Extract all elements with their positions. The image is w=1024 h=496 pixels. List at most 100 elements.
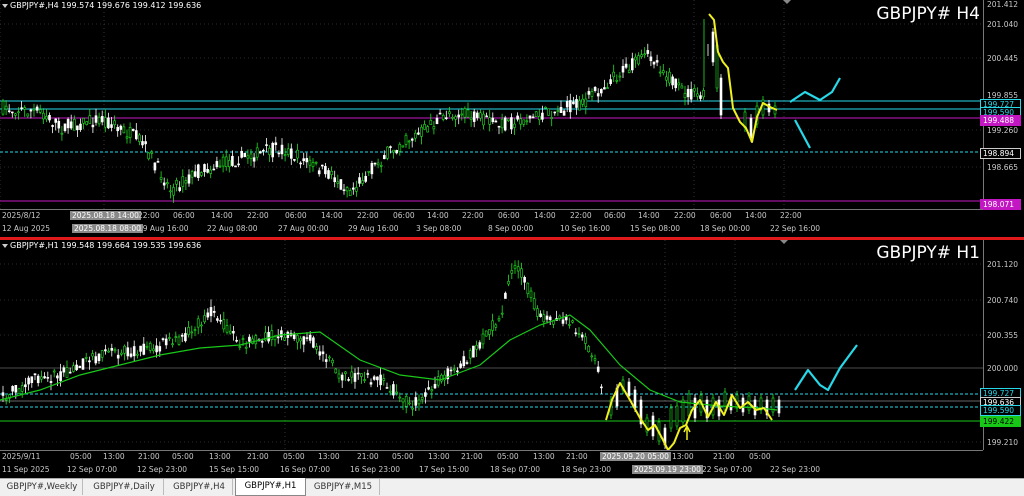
candle-body [584, 98, 588, 107]
candle-body [392, 384, 395, 396]
h1-chart-pane[interactable]: GBPJPY#,H1 199.548 199.664 199.535 199.6… [0, 240, 1024, 478]
h4-price-axis[interactable]: 201.412 201.040 200.445 199.855 199.260 198.6… [980, 0, 1024, 210]
candle-body [385, 387, 389, 389]
candle-body [82, 117, 85, 124]
candle-body [240, 150, 243, 158]
candle-body [274, 142, 278, 146]
candle-body [510, 270, 514, 274]
candle-body [193, 329, 197, 331]
candle-body [547, 108, 550, 116]
candle-body [296, 335, 299, 343]
time-tick: 2025.08.18 08:00 [72, 224, 143, 233]
price-level-label: 199.422 [980, 416, 1021, 427]
tab-h1[interactable]: GBPJPY#,H1 [235, 478, 306, 496]
candle-body [593, 87, 597, 91]
candle-body [158, 346, 162, 352]
candle-body [119, 125, 123, 130]
candle-body [148, 342, 152, 351]
candle-body [238, 346, 242, 348]
candle-body [35, 106, 39, 111]
candle-body [41, 112, 45, 120]
candle-body [627, 381, 631, 397]
candle-body [342, 189, 346, 192]
candle-body [110, 124, 113, 128]
candle-body [479, 112, 482, 119]
candle-body [244, 346, 248, 349]
time-tick: 05:00 [749, 452, 771, 461]
candle-body [491, 117, 495, 123]
candle-body [395, 150, 399, 154]
candle-body [401, 145, 405, 148]
candle-body [438, 112, 442, 115]
candle-body [522, 119, 526, 125]
price-tick: 201.120 [987, 260, 1019, 269]
candle-body [516, 266, 520, 272]
collapse-triangle-icon[interactable] [2, 244, 8, 248]
candle-body [562, 110, 566, 116]
h1-price-axis[interactable]: 201.120 200.740 200.355 200.000 199.210 199.7… [980, 240, 1024, 450]
candle-body [578, 100, 581, 111]
candle-body [116, 354, 120, 359]
candle-body [336, 181, 340, 184]
candle-body [113, 349, 117, 352]
candle-body [497, 318, 501, 321]
time-tick: 13:00 [209, 452, 231, 461]
candle-body [314, 161, 318, 164]
candle-body [389, 146, 392, 148]
candle-body [4, 105, 8, 110]
candle-body [658, 71, 662, 74]
candle-body [373, 162, 377, 165]
candle-body [328, 356, 331, 359]
candle-body [116, 126, 119, 132]
candle-body [627, 69, 631, 73]
tab-h4[interactable]: GBPJPY#,H4 [166, 479, 233, 495]
time-tick: 17 Sep 15:00 [419, 465, 470, 474]
candle-body [330, 170, 333, 175]
candle-body [553, 111, 557, 114]
candle-body [475, 344, 478, 350]
candle-body [212, 168, 216, 171]
h4-chart-pane[interactable]: GBPJPY#,H4 199.574 199.676 199.412 199.6… [0, 0, 1024, 237]
candle-body [719, 77, 723, 116]
time-tick: 12 Sep 07:00 [67, 465, 118, 474]
candle-body [52, 370, 56, 373]
candle-body [66, 118, 70, 129]
time-tick: 10 Sep 16:00 [560, 224, 611, 233]
price-tick: 201.040 [987, 20, 1019, 29]
candle-body [88, 360, 91, 363]
h4-time-axis[interactable]: 2025/8/12 2025.08.18 14:00 22:00 06:00 14:00… [0, 209, 983, 238]
time-tick: 13:00 [318, 452, 340, 461]
h1-price-plot[interactable] [0, 240, 983, 450]
candle-body [48, 115, 51, 121]
candle-body [141, 141, 144, 146]
collapse-triangle-icon[interactable] [2, 4, 8, 8]
candle-body [324, 165, 327, 175]
price-tick: 200.000 [987, 364, 1019, 373]
candle-body [69, 121, 73, 129]
candle-body [88, 115, 92, 124]
candle-body [500, 118, 504, 129]
candle-body [169, 190, 172, 193]
h4-price-plot[interactable] [0, 0, 983, 209]
candle-body [63, 123, 67, 131]
candle-body [29, 109, 33, 112]
candle-body [462, 356, 466, 367]
moving-average-line [0, 314, 778, 411]
time-tick: 14:00 [211, 211, 233, 220]
candle-body [618, 75, 622, 78]
candle-body [451, 117, 454, 119]
candle-body [436, 376, 440, 386]
candle-body [344, 371, 347, 374]
candle-body [361, 180, 364, 184]
time-tick: 2025/9/11 [2, 452, 41, 461]
candle-body [131, 128, 135, 131]
tab-daily[interactable]: GBPJPY#,Daily [85, 479, 164, 495]
candle-body [379, 165, 383, 167]
candle-body [219, 319, 222, 322]
time-tick: 12 Aug 2025 [2, 224, 51, 233]
h1-time-axis[interactable]: 2025/9/11 05:00 13:00 21:00 05:00 13:00 21:00 0… [0, 450, 983, 479]
candle-body [286, 148, 290, 155]
candle-body [299, 338, 302, 342]
tab-m15[interactable]: GBPJPY#,M15 [307, 479, 380, 495]
tab-weekly[interactable]: GBPJPY#,Weekly [2, 479, 83, 495]
